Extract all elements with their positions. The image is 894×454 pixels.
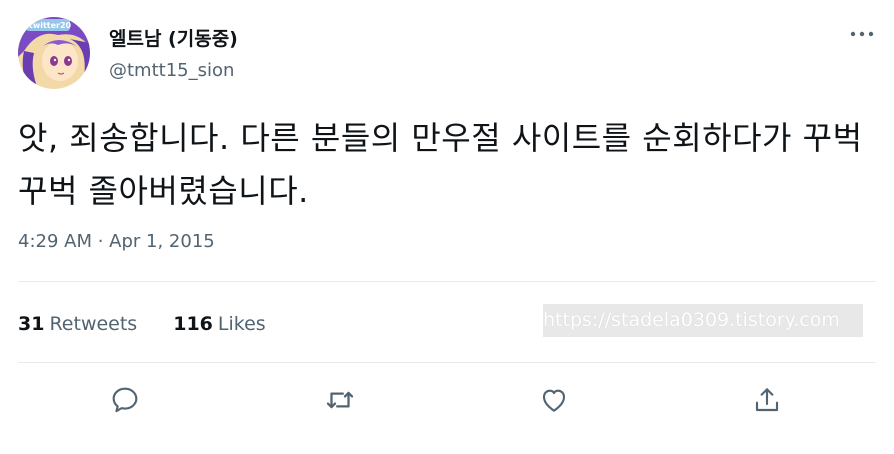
- retweets-count: 31: [18, 313, 45, 335]
- user-handle[interactable]: @tmtt15_sion: [109, 60, 234, 81]
- svg-text:twitter20: twitter20: [29, 21, 72, 30]
- likes-stat[interactable]: 116 Likes: [173, 313, 265, 335]
- retweet-button[interactable]: [322, 382, 358, 418]
- divider: [18, 362, 876, 363]
- retweets-stat[interactable]: 31 Retweets: [18, 313, 137, 335]
- tweet-timestamp[interactable]: 4:29 AM · Apr 1, 2015: [18, 231, 215, 252]
- like-button[interactable]: [536, 382, 572, 418]
- divider: [18, 281, 876, 282]
- retweet-icon: [326, 391, 354, 409]
- retweets-label: Retweets: [49, 313, 138, 335]
- reply-icon: [112, 387, 138, 413]
- tweet-text: 앗, 죄송합니다. 다른 분들의 만우절 사이트를 순회하다가 꾸벅꾸벅 졸아버…: [18, 119, 863, 210]
- more-icon[interactable]: [848, 24, 876, 44]
- share-button[interactable]: [749, 382, 785, 418]
- share-icon: [755, 388, 779, 412]
- display-name[interactable]: 엘트남 (기동중): [109, 24, 238, 51]
- likes-label: Likes: [217, 313, 266, 335]
- avatar-image: twitter20: [18, 17, 90, 89]
- watermark: https://stadela0309.tistory.com: [543, 304, 863, 337]
- likes-count: 116: [173, 313, 213, 335]
- tweet-stats: 31 Retweets 116 Likes: [18, 310, 266, 338]
- reply-button[interactable]: [107, 382, 143, 418]
- heart-icon: [542, 389, 566, 412]
- avatar[interactable]: twitter20: [18, 17, 90, 89]
